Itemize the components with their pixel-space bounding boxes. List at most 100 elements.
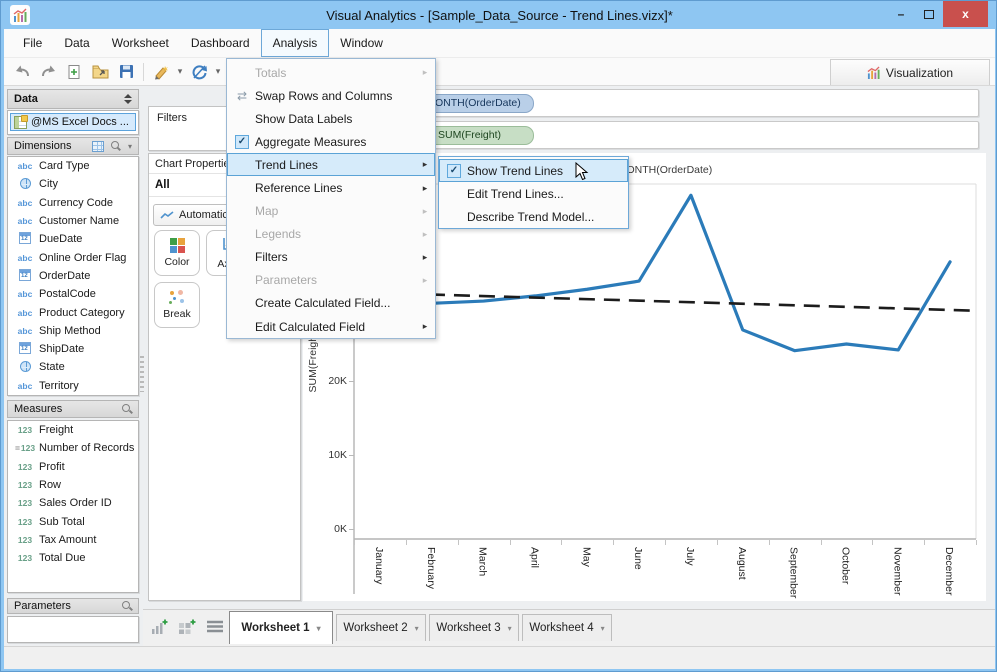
visualization-tab[interactable]: Visualization [830,59,990,85]
field-item-dimension[interactable]: abc Territory [8,377,138,395]
tab-caret-icon[interactable]: ▾ [317,624,321,633]
undo-icon[interactable] [10,61,34,83]
tab-worksheet-2[interactable]: Worksheet 2 ▾ [336,614,426,641]
refresh-icon[interactable] [187,61,211,83]
menu-item-edit-calculated-field[interactable]: Edit Calculated Field ▸ [227,315,435,338]
open-file-icon[interactable] [88,61,112,83]
menu-item-label: Trend Lines [255,157,318,172]
data-panel-title: Data [14,93,38,105]
field-item-dimension[interactable]: abc Product Category [8,303,138,321]
x-tick-label: February [424,547,437,590]
menu-item-aggregate-measures[interactable]: ✓ Aggregate Measures [227,130,435,153]
swap-rows-columns-icon: ⇄ [236,88,248,103]
tab-worksheet-1[interactable]: Worksheet 1 ▾ [229,611,333,644]
field-item-dimension[interactable]: abc Ship Method [8,322,138,340]
data-source-item[interactable]: @MS Excel Docs ... [10,113,136,131]
field-item-measure[interactable]: =123 Number of Records [8,439,138,457]
field-type-icon-123: 123 [17,480,33,491]
submenu-item-show-trend-lines[interactable]: ✓ Show Trend Lines [439,159,628,183]
field-item-measure[interactable]: 123 Sub Total [8,512,138,530]
sheet-list-icon[interactable] [206,620,224,638]
submenu-arrow-icon: ▸ [422,228,428,239]
field-item-dimension[interactable]: OrderDate [8,267,138,285]
break-button[interactable]: Break [154,282,200,328]
data-source-label: @MS Excel Docs ... [31,116,129,128]
rows-pill-label: SUM(Freight) [437,129,501,141]
measures-search-icon[interactable] [122,404,132,414]
panel-splitter-handle[interactable] [140,356,144,392]
new-worksheet-icon[interactable] [151,618,169,640]
menu-item-reference-lines[interactable]: Reference Lines ▸ [227,176,435,199]
submenu-item-describe-trend-model[interactable]: Describe Trend Model... [439,205,628,228]
highlighter-icon[interactable] [149,61,173,83]
parameters-title: Parameters [14,600,71,612]
menubar-item-dashboard[interactable]: Dashboard [180,29,261,57]
new-workbook-icon[interactable] [62,61,86,83]
field-item-dimension[interactable]: abc Online Order Flag [8,248,138,266]
parameters-search-icon[interactable] [122,601,132,611]
break-icon [169,290,185,305]
field-item-measure[interactable]: 123 Row [8,476,138,494]
menu-item-label: Aggregate Measures [255,134,367,149]
y-tick-label: 0K [334,523,347,535]
menubar-item-data[interactable]: Data [53,29,100,57]
menu-item-filters[interactable]: Filters ▸ [227,246,435,269]
view-as-table-icon[interactable] [91,140,104,152]
save-icon[interactable] [114,61,138,83]
field-type-icon-abc: abc [17,252,33,263]
menubar-item-window[interactable]: Window [329,29,394,57]
sort-icon[interactable] [124,94,132,104]
field-type-icon-globe [14,360,36,374]
menu-item-create-calculated-field[interactable]: Create Calculated Field... [227,292,435,315]
tab-worksheet-4[interactable]: Worksheet 4 ▾ [522,614,612,641]
x-tick-label: January [372,547,385,585]
field-item-dimension[interactable]: State [8,358,138,376]
menu-item-label: Filters [255,250,288,265]
field-item-measure[interactable]: 123 Total Due [8,549,138,567]
close-button[interactable]: x [943,1,988,27]
excel-source-icon [14,114,28,129]
field-type-icon-123: 123 [17,553,33,564]
x-tick-mark [665,540,666,545]
x-tick-label: June [632,547,645,570]
menubar-item-worksheet[interactable]: Worksheet [101,29,180,57]
field-item-measure[interactable]: 123 Tax Amount [8,531,138,549]
field-item-dimension[interactable]: abc Card Type [8,157,138,175]
minimize-button[interactable]: – [887,1,915,27]
x-tick-mark [561,540,563,545]
refresh-dropdown-caret[interactable]: ▾ [213,66,223,77]
tab-caret-icon[interactable]: ▾ [601,624,605,633]
highlighter-dropdown-caret[interactable]: ▾ [175,66,185,77]
menubar-item-file[interactable]: File [12,29,53,57]
visualization-icon [867,66,880,79]
color-button[interactable]: Color [154,230,200,276]
field-type-icon-abc: abc [17,307,33,318]
dimensions-search-icon[interactable] [110,141,121,151]
x-tick-mark [768,540,770,545]
tab-caret-icon[interactable]: ▾ [508,624,512,633]
submenu-item-edit-trend-lines[interactable]: Edit Trend Lines... [439,182,628,205]
menu-item-legends: Legends ▸ [227,223,435,246]
menubar-item-analysis[interactable]: Analysis [260,29,330,57]
field-item-dimension[interactable]: City [8,175,138,193]
tab-worksheet-3[interactable]: Worksheet 3 ▾ [429,614,519,641]
maximize-glyph [924,9,934,19]
y-tick-mark [349,381,354,382]
y-tick-label: 10K [328,449,347,461]
redo-icon[interactable] [36,61,60,83]
new-dashboard-icon[interactable] [178,618,197,640]
menu-item-trend-lines[interactable]: Trend Lines ▸ [227,153,435,177]
menu-item-swap-rows-and-columns[interactable]: ⇄ Swap Rows and Columns [227,84,435,107]
field-item-dimension[interactable]: abc PostalCode [8,285,138,303]
dimensions-menu-caret[interactable]: ▾ [128,142,132,151]
field-item-measure[interactable]: 123 Freight [8,421,138,439]
tab-caret-icon[interactable]: ▾ [415,624,419,633]
menu-item-show-data-labels[interactable]: Show Data Labels [227,107,435,130]
field-item-measure[interactable]: 123 Profit [8,458,138,476]
maximize-button[interactable] [915,1,943,27]
field-item-dimension[interactable]: DueDate [8,230,138,248]
field-item-measure[interactable]: 123 Sales Order ID [8,494,138,512]
field-item-dimension[interactable]: ShipDate [8,340,138,358]
field-item-dimension[interactable]: abc Customer Name [8,212,138,230]
field-item-dimension[interactable]: abc Currency Code [8,194,138,212]
